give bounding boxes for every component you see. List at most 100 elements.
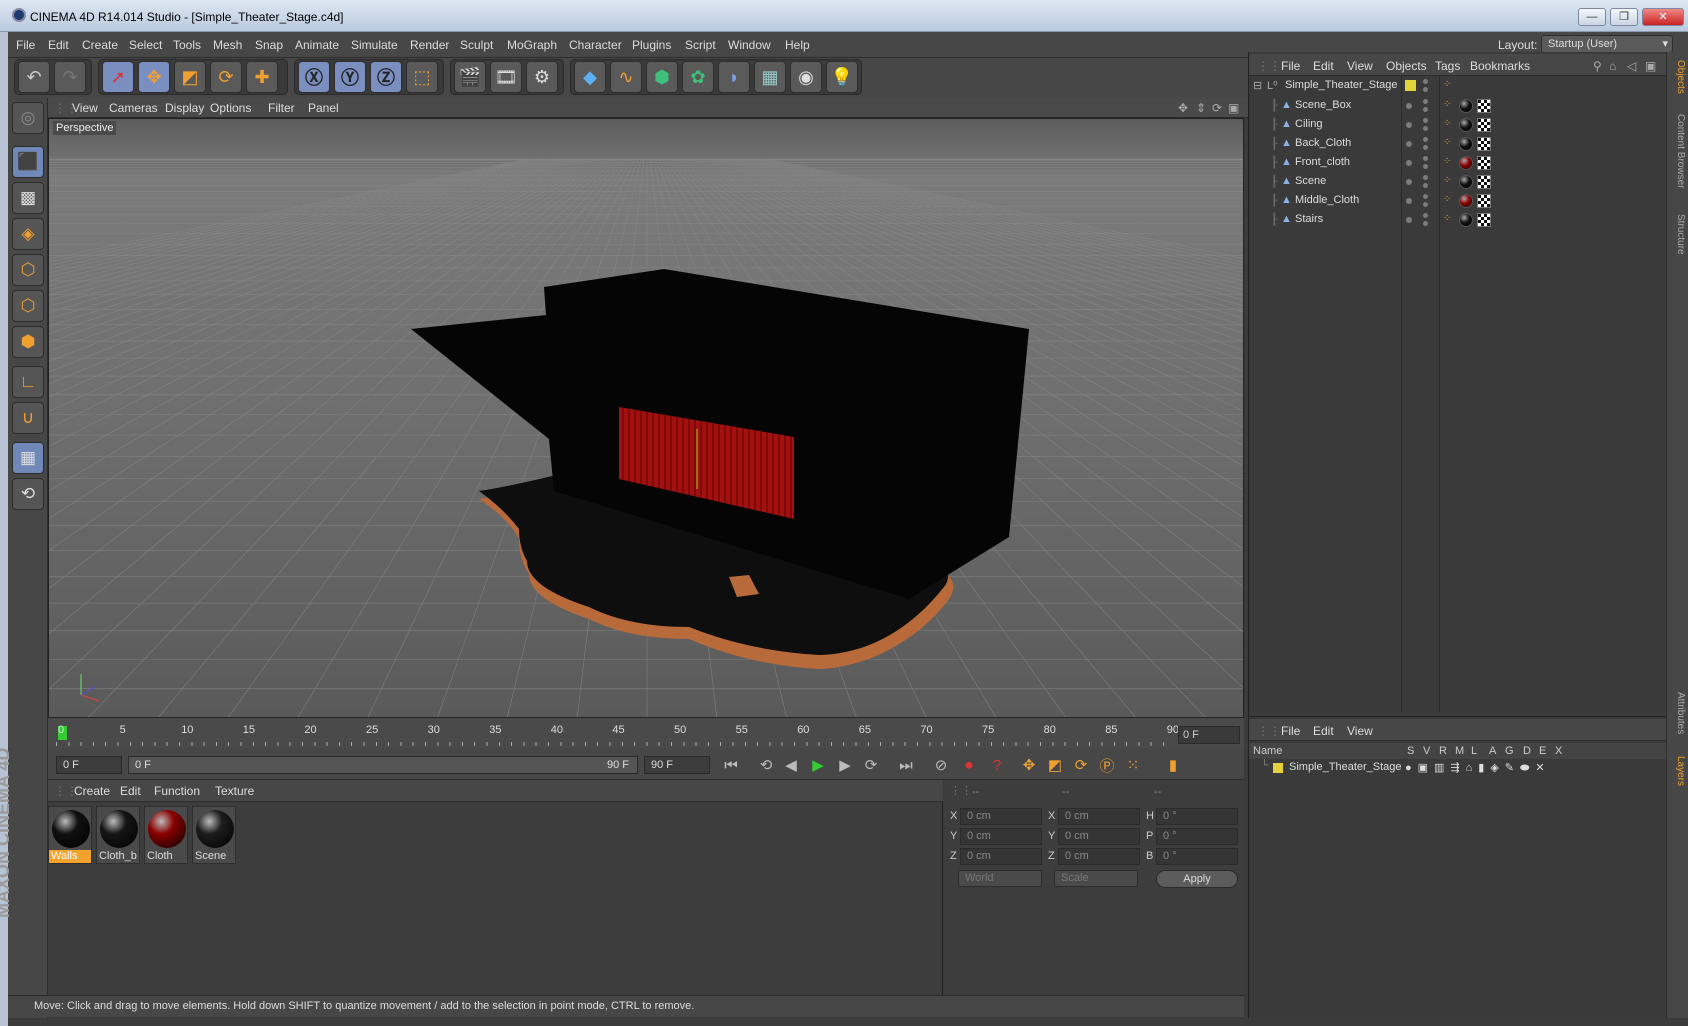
points-mode-icon[interactable]: ⬡: [12, 254, 44, 286]
redo-icon[interactable]: ↷: [54, 61, 86, 93]
render-visibility-dot[interactable]: [1423, 145, 1428, 150]
viewport-menu-display[interactable]: Display: [165, 101, 204, 115]
frame-range-slider[interactable]: 0 F 90 F: [128, 756, 638, 774]
viewport-menu-panel[interactable]: Panel: [308, 101, 339, 115]
live-selection-icon[interactable]: ➚: [102, 61, 134, 93]
move-icon[interactable]: ✥: [138, 61, 170, 93]
start-frame-field[interactable]: 0 F: [56, 756, 122, 774]
layer-dot[interactable]: [1406, 160, 1412, 166]
coordinate-system-icon[interactable]: ⬚: [406, 61, 438, 93]
tree-row[interactable]: ┠ ▲ Stairs ⁘: [1249, 210, 1667, 230]
editor-visibility-dot[interactable]: [1423, 99, 1428, 104]
size-z-field[interactable]: 0 cm: [1058, 848, 1140, 865]
render-visibility-dot[interactable]: [1423, 202, 1428, 207]
menu-edit[interactable]: Edit: [48, 38, 69, 52]
material-tag-icon[interactable]: [1459, 175, 1473, 189]
layer-dot[interactable]: [1406, 103, 1412, 109]
tab-attributes[interactable]: Attributes: [1670, 692, 1686, 734]
object-menu-bookmarks[interactable]: Bookmarks: [1470, 59, 1530, 73]
key-scale-icon[interactable]: ◩: [1042, 752, 1068, 778]
next-key-icon[interactable]: ⟳: [858, 752, 884, 778]
menu-mesh[interactable]: Mesh: [213, 38, 242, 52]
light-icon[interactable]: 💡: [826, 61, 858, 93]
material-menu-function[interactable]: Function: [154, 784, 200, 798]
layer-dot[interactable]: [1406, 198, 1412, 204]
polygons-mode-icon[interactable]: ⬢: [12, 326, 44, 358]
uvw-tag-icon[interactable]: [1477, 137, 1491, 151]
locked-workplane-icon[interactable]: ⟲: [12, 478, 44, 510]
model-mode-icon[interactable]: ⬛: [12, 146, 44, 178]
zoom-view-icon[interactable]: ⇕: [1196, 101, 1206, 115]
menu-render[interactable]: Render: [410, 38, 449, 52]
menu-tools[interactable]: Tools: [173, 38, 201, 52]
end-frame-field[interactable]: 90 F: [644, 756, 710, 774]
material-cloth-b[interactable]: Cloth_b: [96, 806, 140, 864]
menu-character[interactable]: Character: [569, 38, 622, 52]
go-to-start-icon[interactable]: ⏮: [718, 752, 744, 778]
layer-header[interactable]: V: [1423, 745, 1430, 757]
deformer-icon[interactable]: ◗: [718, 61, 750, 93]
camera-icon[interactable]: ◉: [790, 61, 822, 93]
material-tag-icon[interactable]: [1459, 118, 1473, 132]
render-view-icon[interactable]: 🎬: [454, 61, 486, 93]
uvw-tag-icon[interactable]: [1477, 194, 1491, 208]
search-icon[interactable]: ⚲: [1593, 59, 1602, 73]
undo-icon[interactable]: ↶: [18, 61, 50, 93]
menu-select[interactable]: Select: [129, 38, 162, 52]
object-menu-objects[interactable]: Objects: [1386, 59, 1427, 73]
size-x-field[interactable]: 0 cm: [1058, 808, 1140, 825]
edges-mode-icon[interactable]: ⬡: [12, 290, 44, 322]
workplane-grid-icon[interactable]: ▦: [12, 442, 44, 474]
tree-row[interactable]: ┠ ▲ Scene ⁘: [1249, 172, 1667, 192]
rotate-view-icon[interactable]: ⟳: [1212, 101, 1222, 115]
viewport-menu-filter[interactable]: Filter: [268, 101, 295, 115]
viewport-menu-view[interactable]: View: [72, 101, 98, 115]
cube-icon[interactable]: ◆: [574, 61, 606, 93]
layer-menu-file[interactable]: File: [1281, 724, 1300, 738]
material-menu-edit[interactable]: Edit: [120, 784, 141, 798]
array-icon[interactable]: ✿: [682, 61, 714, 93]
play-icon[interactable]: ▶: [805, 752, 831, 778]
key-parameter-icon[interactable]: Ⓟ: [1094, 752, 1120, 778]
uvw-tag-icon[interactable]: [1477, 99, 1491, 113]
layer-header[interactable]: M: [1455, 745, 1464, 757]
3d-viewport[interactable]: Perspective: [48, 118, 1244, 718]
y-axis-icon[interactable]: Ⓨ: [334, 61, 366, 93]
layer-dot[interactable]: [1406, 217, 1412, 223]
x-axis-icon[interactable]: Ⓧ: [298, 61, 330, 93]
scale-dropdown[interactable]: Scale: [1054, 870, 1138, 887]
maximize-button[interactable]: ❐: [1610, 8, 1638, 26]
workplane-mode-icon[interactable]: ◈: [12, 218, 44, 250]
menu-plugins[interactable]: Plugins: [632, 38, 671, 52]
layer-header[interactable]: A: [1489, 745, 1496, 757]
editor-visibility-dot[interactable]: [1423, 156, 1428, 161]
material-menu-create[interactable]: Create: [74, 784, 110, 798]
minimize-button[interactable]: —: [1578, 8, 1606, 26]
rot-b-field[interactable]: 0 °: [1156, 848, 1238, 865]
timeline-ruler[interactable]: 0 5 10 15 20 25 30 35 40 45 50 55 60 65 70 75 80 85 90 0 F: [48, 718, 1244, 748]
close-button[interactable]: ✕: [1642, 8, 1684, 26]
layer-dot[interactable]: [1406, 179, 1412, 185]
layer-dot[interactable]: [1406, 141, 1412, 147]
phong-tag-icon[interactable]: ⁘: [1443, 137, 1451, 148]
apply-button[interactable]: Apply: [1156, 870, 1238, 888]
editor-visibility-dot[interactable]: [1423, 175, 1428, 180]
layer-header[interactable]: L: [1471, 745, 1477, 757]
object-menu-file[interactable]: File: [1281, 59, 1300, 73]
collapse-icon[interactable]: ⊟: [1253, 79, 1262, 92]
layer-menu-edit[interactable]: Edit: [1313, 724, 1334, 738]
rotate-icon[interactable]: ⟳: [210, 61, 242, 93]
pan-view-icon[interactable]: ✥: [1178, 101, 1188, 115]
tree-row[interactable]: ┠ ▲ Back_Cloth ⁘: [1249, 134, 1667, 154]
toggle-panel-icon[interactable]: ▣: [1228, 101, 1239, 115]
editor-visibility-dot[interactable]: [1423, 79, 1428, 84]
layer-header[interactable]: X: [1555, 745, 1562, 757]
layer-color-swatch[interactable]: [1273, 763, 1283, 773]
scale-icon[interactable]: ◩: [174, 61, 206, 93]
autokey-icon[interactable]: ⏺: [956, 752, 982, 778]
render-visibility-dot[interactable]: [1423, 183, 1428, 188]
material-scene[interactable]: Scene: [192, 806, 236, 864]
phong-tag-icon[interactable]: ⁘: [1443, 213, 1451, 224]
pos-y-field[interactable]: 0 cm: [960, 828, 1042, 845]
key-position-icon[interactable]: ✥: [1016, 752, 1042, 778]
